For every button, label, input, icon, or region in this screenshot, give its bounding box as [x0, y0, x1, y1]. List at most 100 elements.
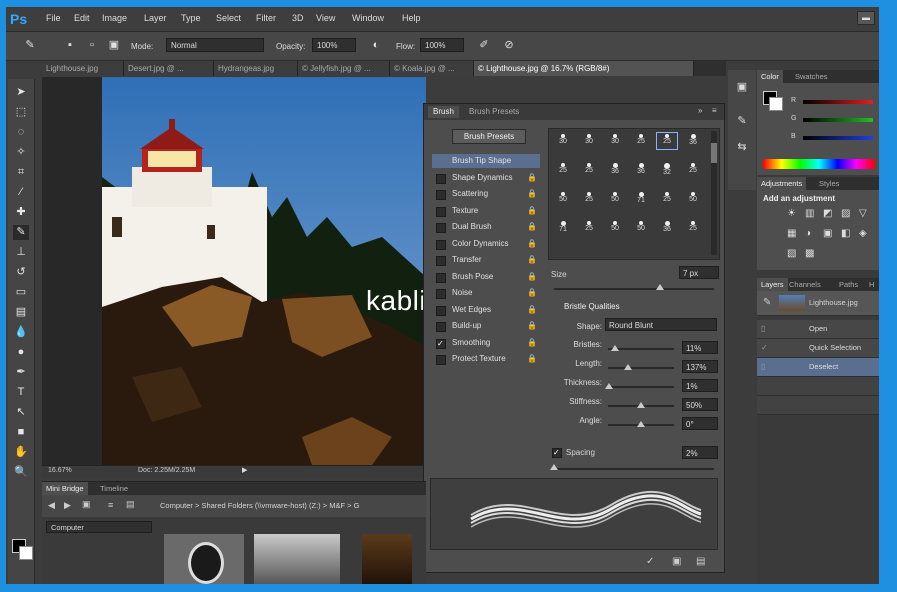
tab-more[interactable]: H — [865, 278, 878, 291]
tab-mini-bridge[interactable]: Mini Bridge — [42, 482, 88, 495]
tab-swatches[interactable]: Swatches — [791, 70, 832, 83]
menu-layer[interactable]: Layer — [144, 13, 167, 23]
brush-option-item[interactable]: Brush Tip Shape — [432, 154, 540, 168]
brush-presets-button[interactable]: Brush Presets — [452, 129, 526, 144]
brush-option-item[interactable]: Noise 🔒 — [432, 286, 540, 300]
clone-source-panel-icon[interactable]: ⇆ — [734, 140, 750, 154]
bristle-prop-knob[interactable] — [623, 364, 632, 370]
lock-icon[interactable]: 🔒 — [527, 187, 537, 201]
dodge-tool-icon[interactable]: ● — [13, 345, 29, 360]
status-arrow-icon[interactable]: ▶ — [242, 466, 247, 474]
adjustment-icon[interactable]: ☀ — [787, 208, 796, 219]
hand-tool-icon[interactable]: ✋ — [13, 445, 29, 460]
thumbnail[interactable] — [164, 534, 244, 584]
brush-tip[interactable]: 25 — [553, 162, 573, 178]
tab-timeline[interactable]: Timeline — [96, 482, 132, 495]
size-slider[interactable] — [554, 288, 714, 290]
tab-paths[interactable]: Paths — [835, 278, 862, 291]
brush-tip[interactable]: 30 — [605, 133, 625, 149]
pressure-size-icon[interactable]: ⊘ — [501, 38, 517, 52]
history-item[interactable]: ▯ Open — [757, 320, 879, 339]
option-checkbox[interactable] — [436, 272, 446, 283]
shape-select[interactable]: Round Blunt — [605, 318, 717, 331]
spacing-slider[interactable] — [554, 468, 714, 470]
panel-menu-icon[interactable]: ≡ — [712, 106, 717, 115]
menu-window[interactable]: Window — [352, 13, 384, 23]
option-checkbox[interactable] — [436, 355, 446, 365]
zoom-tool-icon[interactable]: 🔍 — [13, 465, 29, 480]
brush-tip[interactable]: 25 — [579, 220, 599, 236]
menu-file[interactable]: File — [46, 13, 61, 23]
gradient-tool-icon[interactable]: ▤ — [13, 305, 29, 320]
menu-edit[interactable]: Edit — [74, 13, 90, 23]
pressure-opacity-icon[interactable]: ◐ — [368, 38, 384, 52]
bristle-prop-slider[interactable] — [608, 386, 674, 388]
brush-tool-icon[interactable]: ✎ — [13, 225, 29, 240]
tab-brush-presets[interactable]: Brush Presets — [464, 106, 524, 118]
adjustment-icon[interactable]: ▣ — [823, 228, 832, 239]
option-checkbox[interactable] — [436, 305, 446, 316]
menu-3d[interactable]: 3D — [292, 13, 304, 23]
brush-option-item[interactable]: Texture 🔒 — [432, 204, 540, 218]
minimize-button[interactable]: ▬ — [857, 11, 875, 25]
menu-image[interactable]: Image — [102, 13, 127, 23]
brush-tip[interactable]: 50 — [605, 191, 625, 207]
history-item[interactable]: ✓ Quick Selection — [757, 339, 879, 358]
healing-tool-icon[interactable]: ✚ — [13, 205, 29, 220]
bristle-prop-value[interactable]: 137% — [682, 360, 718, 373]
bristle-prop-slider[interactable] — [608, 367, 674, 369]
option-checkbox[interactable] — [436, 239, 446, 250]
history-item-dimmed[interactable] — [757, 377, 879, 396]
lock-icon[interactable]: 🔒 — [527, 253, 537, 267]
red-slider[interactable] — [803, 100, 873, 104]
lasso-tool-icon[interactable]: ◌ — [13, 125, 29, 140]
visibility-icon[interactable]: ✎ — [763, 297, 771, 308]
blue-slider[interactable] — [803, 136, 873, 140]
brush-tip[interactable]: 50 — [683, 191, 703, 207]
brush-presets-icon[interactable]: ▣ — [106, 38, 122, 52]
brush-tip[interactable]: 25 — [656, 132, 678, 150]
brush-option-item[interactable]: Shape Dynamics 🔒 — [432, 171, 540, 185]
brush-tip[interactable]: 36 — [657, 220, 677, 236]
menu-select[interactable]: Select — [216, 13, 241, 23]
bristle-prop-value[interactable]: 50% — [682, 398, 718, 411]
option-checkbox[interactable] — [436, 322, 446, 332]
toggle-bristle-preview-icon[interactable]: ✓ — [646, 556, 654, 567]
size-slider-knob[interactable] — [656, 284, 664, 290]
option-checkbox[interactable] — [436, 223, 446, 233]
lock-icon[interactable]: 🔒 — [527, 303, 537, 317]
tab-hydrangeas[interactable]: Hydrangeas.jpg — [214, 61, 298, 76]
adjustment-icon[interactable]: ◑ — [805, 228, 811, 239]
brush-panel-icon[interactable]: ✎ — [734, 114, 750, 128]
tab-layers[interactable]: Layers — [757, 278, 788, 291]
brush-tip[interactable]: 25 — [631, 133, 651, 149]
adjustment-icon[interactable]: ▽ — [859, 208, 867, 219]
bristle-prop-value[interactable]: 0° — [682, 417, 718, 430]
bridge-path[interactable]: Computer > Shared Folders (\\vmware-host… — [160, 501, 359, 510]
bristle-prop-value[interactable]: 1% — [682, 379, 718, 392]
move-tool-icon[interactable]: ➤ — [13, 85, 29, 100]
forward-icon[interactable]: ▶ — [64, 500, 71, 511]
brush-option-item[interactable]: Color Dynamics 🔒 — [432, 237, 540, 251]
brush-option-item[interactable]: Brush Pose 🔒 — [432, 270, 540, 284]
brush-option-item[interactable]: Wet Edges 🔒 — [432, 303, 540, 317]
type-tool-icon[interactable]: T — [13, 385, 29, 400]
flow-field[interactable]: 100% — [420, 38, 464, 52]
opacity-field[interactable]: 100% — [312, 38, 356, 52]
marquee-tool-icon[interactable]: ⬚ — [13, 105, 29, 120]
adjustment-icon[interactable]: ▦ — [787, 228, 796, 239]
brush-tip[interactable]: 36 — [683, 133, 703, 149]
thumbnail[interactable] — [254, 534, 340, 584]
brush-option-item[interactable]: Protect Texture 🔒 — [432, 352, 540, 366]
pen-tool-icon[interactable]: ✒ — [13, 365, 29, 380]
brush-tip[interactable]: 25 — [579, 191, 599, 207]
tab-brush[interactable]: Brush — [428, 106, 459, 118]
brush-tip[interactable]: 25 — [683, 220, 703, 236]
adjustment-icon[interactable]: ▥ — [805, 208, 814, 219]
tab-lighthouse[interactable]: Lighthouse.jpg — [42, 61, 124, 76]
brush-panel-toggle-icon[interactable]: ▫ — [84, 38, 100, 52]
back-icon[interactable]: ◀ — [48, 500, 55, 511]
mode-select[interactable]: Normal — [166, 38, 264, 52]
tab-desert[interactable]: Desert.jpg @ ... — [124, 61, 214, 76]
spacing-checkbox[interactable]: ✓ — [552, 448, 562, 458]
